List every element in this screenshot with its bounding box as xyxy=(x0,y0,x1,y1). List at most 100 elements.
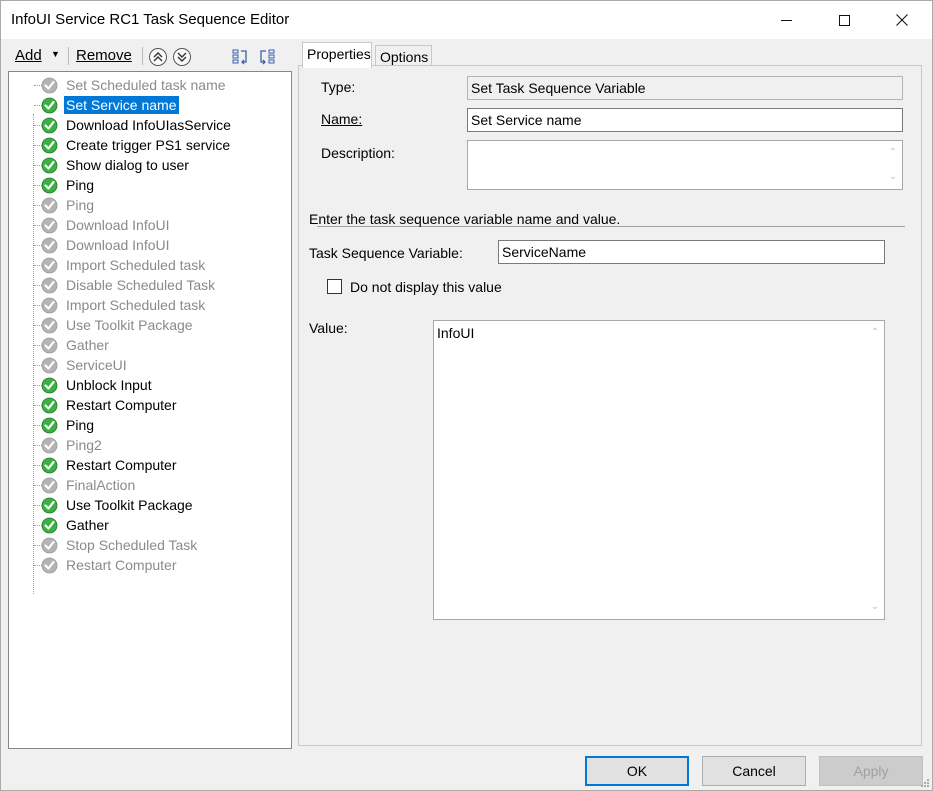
disabled-check-icon xyxy=(41,337,58,354)
tree-item[interactable]: ServiceUI xyxy=(9,355,289,375)
expand-group-button[interactable] xyxy=(231,47,251,67)
close-button[interactable] xyxy=(879,1,925,39)
description-label: Description: xyxy=(321,145,395,161)
move-up-button[interactable] xyxy=(149,48,167,66)
tree-item[interactable]: Ping xyxy=(9,195,289,215)
tree-item-label: Show dialog to user xyxy=(66,157,189,173)
description-input[interactable]: ⌃ ⌄ xyxy=(467,140,903,190)
tree-toolbar: Add ▼ Remove xyxy=(9,43,289,69)
task-sequence-tree[interactable]: Set Scheduled task name Set Service name D… xyxy=(8,71,292,749)
ok-button[interactable]: OK xyxy=(585,756,689,786)
cancel-button[interactable]: Cancel xyxy=(702,756,806,786)
disabled-check-icon xyxy=(41,237,58,254)
tree-item[interactable]: Download InfoUIasService xyxy=(9,115,289,135)
enabled-check-icon xyxy=(41,137,58,154)
tree-item[interactable]: Create trigger PS1 service xyxy=(9,135,289,155)
enabled-check-icon xyxy=(41,517,58,534)
value-text: InfoUI xyxy=(437,325,475,341)
description-scrollbar[interactable]: ⌃ ⌄ xyxy=(884,141,902,189)
tree-item[interactable]: Stop Scheduled Task xyxy=(9,535,289,555)
tree-item[interactable]: Disable Scheduled Task xyxy=(9,275,289,295)
add-menu-button[interactable]: Add xyxy=(15,47,42,64)
tree-item[interactable]: Use Toolkit Package xyxy=(9,315,289,335)
resize-grip-icon[interactable] xyxy=(920,778,930,788)
enabled-check-icon xyxy=(41,97,58,114)
apply-button[interactable]: Apply xyxy=(819,756,923,786)
name-label: Name: xyxy=(321,111,362,127)
group-collapse-icon xyxy=(260,49,275,65)
collapse-group-button[interactable] xyxy=(257,47,277,67)
tree-item-label: Create trigger PS1 service xyxy=(66,137,231,153)
move-down-button[interactable] xyxy=(173,48,191,66)
scroll-up-icon: ⌃ xyxy=(888,147,898,158)
enabled-check-icon xyxy=(41,177,58,194)
tree-item[interactable]: Unblock Input xyxy=(9,375,289,395)
tree-item-label: Ping xyxy=(66,417,95,433)
tab-properties[interactable]: Properties xyxy=(302,42,372,68)
hide-value-label: Do not display this value xyxy=(350,279,502,295)
tree-item-label: Gather xyxy=(66,337,109,353)
title-bar: InfoUI Service RC1 Task Sequence Editor xyxy=(1,1,932,39)
tree-item-label: Download InfoUIasService xyxy=(66,117,231,133)
tree-item[interactable]: Use Toolkit Package xyxy=(9,495,289,515)
toolbar-divider xyxy=(68,47,69,65)
tree-item-label: Ping xyxy=(66,197,95,213)
tree-item-label: ServiceUI xyxy=(66,357,127,373)
enabled-check-icon xyxy=(41,457,58,474)
value-input[interactable]: InfoUI ⌃ ⌄ xyxy=(433,320,885,620)
tree-item[interactable]: FinalAction xyxy=(9,475,289,495)
tab-options[interactable]: Options xyxy=(375,45,432,67)
enabled-check-icon xyxy=(41,377,58,394)
hide-value-checkbox[interactable] xyxy=(327,279,342,294)
scroll-down-icon: ⌄ xyxy=(888,171,898,182)
tree-item-label: Use Toolkit Package xyxy=(66,497,193,513)
remove-label: Remove xyxy=(76,47,132,64)
tree-item[interactable]: Restart Computer xyxy=(9,455,289,475)
tree-item[interactable]: Set Scheduled task name xyxy=(9,75,289,95)
disabled-check-icon xyxy=(41,317,58,334)
maximize-button[interactable] xyxy=(821,1,867,39)
double-chevron-up-icon xyxy=(153,52,163,62)
value-scrollbar[interactable]: ⌃ ⌄ xyxy=(866,321,884,619)
tree-item[interactable]: Ping2 xyxy=(9,435,289,455)
tree-item-label: Restart Computer xyxy=(66,397,177,413)
variable-input[interactable]: ServiceName xyxy=(498,240,885,264)
tree-item-label: Set Service name xyxy=(64,96,179,114)
tree-item[interactable]: Import Scheduled task xyxy=(9,295,289,315)
tree-item[interactable]: Restart Computer xyxy=(9,395,289,415)
enabled-check-icon xyxy=(41,117,58,134)
tree-item[interactable]: Download InfoUI xyxy=(9,215,289,235)
tree-item-label: Use Toolkit Package xyxy=(66,317,193,333)
disabled-check-icon xyxy=(41,477,58,494)
group-expand-icon xyxy=(232,49,247,65)
window-title: InfoUI Service RC1 Task Sequence Editor xyxy=(11,11,290,28)
tree-item[interactable]: Import Scheduled task xyxy=(9,255,289,275)
tree-item[interactable]: Restart Computer xyxy=(9,555,289,575)
name-input[interactable]: Set Service name xyxy=(467,108,903,132)
disabled-check-icon xyxy=(41,277,58,294)
disabled-check-icon xyxy=(41,557,58,574)
value-label: Value: xyxy=(309,320,348,336)
tree-item[interactable]: Gather xyxy=(9,515,289,535)
tree-item[interactable]: Gather xyxy=(9,335,289,355)
properties-panel: Type: Set Task Sequence Variable Name: S… xyxy=(298,65,922,746)
tree-item-label: Download InfoUI xyxy=(66,217,170,233)
tree-item[interactable]: Show dialog to user xyxy=(9,155,289,175)
enabled-check-icon xyxy=(41,157,58,174)
enabled-check-icon xyxy=(41,497,58,514)
tree-item[interactable]: Ping xyxy=(9,415,289,435)
disabled-check-icon xyxy=(41,77,58,94)
disabled-check-icon xyxy=(41,537,58,554)
tree-item[interactable]: Ping xyxy=(9,175,289,195)
enabled-check-icon xyxy=(41,417,58,434)
minimize-button[interactable] xyxy=(763,1,809,39)
remove-button[interactable]: Remove xyxy=(76,47,132,64)
instruction-text: Enter the task sequence variable name an… xyxy=(309,211,621,227)
tree-item-label: Disable Scheduled Task xyxy=(66,277,216,293)
tree-item-label: Import Scheduled task xyxy=(66,297,206,313)
maximize-icon xyxy=(838,14,850,26)
tree-item[interactable]: Set Service name xyxy=(9,95,289,115)
left-panel: Add ▼ Remove Set Scheduled task name Set… xyxy=(1,39,293,749)
tree-item[interactable]: Download InfoUI xyxy=(9,235,289,255)
disabled-check-icon xyxy=(41,257,58,274)
